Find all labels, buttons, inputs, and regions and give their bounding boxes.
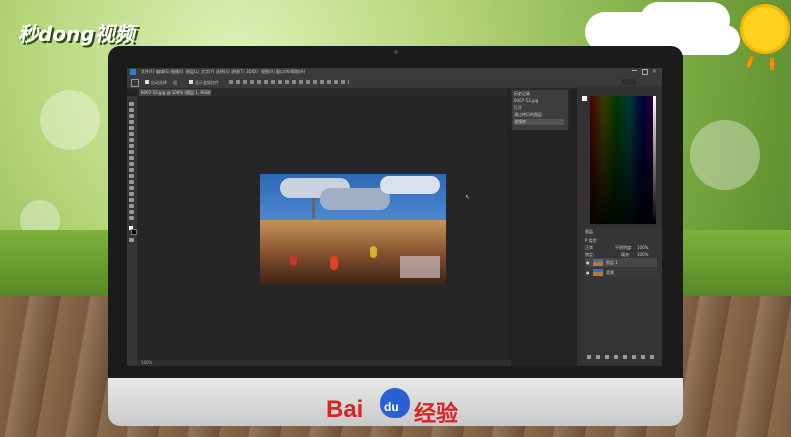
- layer-row[interactable]: ● 图层 1: [585, 258, 657, 267]
- history-snapshot[interactable]: 6067-53.jpg: [514, 98, 564, 104]
- eraser-tool-icon[interactable]: [129, 162, 134, 166]
- ps-logo-icon: [130, 69, 136, 75]
- image-cloud: [320, 188, 390, 210]
- eyedropper-tool-icon[interactable]: [129, 132, 134, 136]
- history-brush-tool-icon[interactable]: [129, 156, 134, 160]
- move-tool-icon[interactable]: [131, 79, 139, 87]
- healing-tool-icon[interactable]: [129, 138, 134, 142]
- dodge-tool-icon[interactable]: [129, 180, 134, 184]
- layer-thumbnail: [593, 269, 603, 276]
- image-windmill: [312, 198, 315, 218]
- minimize-icon[interactable]: [632, 70, 637, 71]
- photoshop-window: 文件(F) 编辑(E) 图像(I) 图层(L) 文字(Y) 选择(S) 滤镜(T…: [127, 68, 662, 366]
- fill-input[interactable]: 100%: [637, 252, 648, 257]
- menu-edit[interactable]: 编辑(E): [156, 69, 170, 75]
- tools-panel: [127, 96, 137, 366]
- type-tool-icon[interactable]: [129, 192, 134, 196]
- menu-type[interactable]: 文字(Y): [201, 69, 215, 75]
- color-picker-shade: [590, 96, 656, 224]
- move-tool-icon[interactable]: [129, 102, 134, 106]
- baidu-logo-du: du: [384, 400, 399, 414]
- blur-tool-icon[interactable]: [129, 174, 134, 178]
- menu-file[interactable]: 文件(F): [141, 69, 154, 75]
- image-tulip: [290, 254, 297, 266]
- workspace-switcher[interactable]: [622, 79, 636, 85]
- layer-name: 图层 1: [606, 260, 618, 265]
- menu-3d[interactable]: 3D(D): [246, 69, 258, 74]
- foreground-color-swatch[interactable]: [582, 96, 587, 101]
- bokeh-light: [690, 120, 760, 190]
- baidu-logo-bai: Bai: [326, 396, 364, 423]
- color-hue-slider[interactable]: [653, 96, 656, 224]
- quick-mask-icon[interactable]: [129, 238, 134, 242]
- image-cloud: [380, 176, 440, 194]
- layer-action-buttons[interactable]: [587, 355, 657, 359]
- auto-select-label: 自动选择: [151, 80, 167, 85]
- opacity-input[interactable]: 100%: [637, 245, 648, 250]
- pen-tool-icon[interactable]: [129, 186, 134, 190]
- menu-filter[interactable]: 滤镜(T): [231, 69, 245, 75]
- layer-name: 背景: [606, 270, 614, 275]
- align-buttons[interactable]: [229, 80, 349, 84]
- quick-select-tool-icon[interactable]: [129, 120, 134, 124]
- history-title: 历史记录: [514, 91, 530, 96]
- auto-select-checkbox[interactable]: [145, 80, 149, 84]
- menu-help[interactable]: 帮助(H): [291, 69, 305, 75]
- menu-view[interactable]: 视图(V): [261, 69, 275, 75]
- history-step-open[interactable]: 打开: [514, 105, 564, 111]
- history-step-filter-gallery[interactable]: 滤镜库: [514, 119, 564, 125]
- brush-tool-icon[interactable]: [129, 144, 134, 148]
- visibility-eye-icon[interactable]: ●: [586, 260, 590, 265]
- status-bar: 100%: [137, 360, 511, 366]
- sun-ray: [770, 58, 774, 70]
- maximize-icon[interactable]: [642, 69, 648, 75]
- menu-layer[interactable]: 图层(L): [186, 69, 199, 75]
- mouse-cursor-icon: ↖: [465, 194, 471, 201]
- document-tab[interactable]: 6067-53.jpg @ 100% (图层 1, RGB/8#) *: [139, 89, 211, 96]
- blend-mode-dropdown[interactable]: 正常: [585, 245, 593, 251]
- webcam-icon: [394, 50, 398, 54]
- gradient-tool-icon[interactable]: [129, 168, 134, 172]
- bokeh-light: [40, 90, 100, 150]
- stamp-tool-icon[interactable]: [129, 150, 134, 154]
- opacity-label: 不透明度:: [615, 245, 633, 250]
- image-blur-patch: [400, 256, 440, 278]
- menu-bar: 文件(F) 编辑(E) 图像(I) 图层(L) 文字(Y) 选择(S) 滤镜(T…: [127, 68, 662, 77]
- group-dropdown[interactable]: 组: [173, 80, 177, 86]
- layer-row[interactable]: ● 背景: [585, 268, 657, 277]
- layers-tab[interactable]: 图层: [585, 229, 593, 235]
- marquee-tool-icon[interactable]: [129, 108, 134, 112]
- show-transform-label: 显示变换控件: [195, 80, 219, 85]
- menu-image[interactable]: 图像(I): [171, 69, 183, 75]
- hand-tool-icon[interactable]: [129, 210, 134, 214]
- shape-tool-icon[interactable]: [129, 204, 134, 208]
- history-panel: 历史记录 6067-53.jpg 打开 通过拷贝的图层 滤镜库: [511, 89, 569, 131]
- video-logo: 秒dong视频: [18, 22, 135, 46]
- lasso-tool-icon[interactable]: [129, 114, 134, 118]
- crop-tool-icon[interactable]: [129, 126, 134, 130]
- menu-window[interactable]: 窗口(W): [276, 69, 291, 75]
- sun-icon: [740, 4, 790, 54]
- layer-thumbnail: [593, 259, 603, 266]
- layer-kind-filter[interactable]: P 类型: [585, 238, 597, 244]
- close-icon[interactable]: ×: [652, 68, 657, 75]
- visibility-eye-icon[interactable]: ●: [586, 270, 590, 275]
- history-step-copy-layer[interactable]: 通过拷贝的图层: [514, 112, 564, 118]
- menu-select[interactable]: 选择(S): [216, 69, 230, 75]
- zoom-tool-icon[interactable]: [129, 216, 134, 220]
- transform-checkbox[interactable]: [189, 80, 193, 84]
- image-tulip: [370, 246, 377, 258]
- path-select-tool-icon[interactable]: [129, 198, 134, 202]
- baidu-logo-jingyan: 经验: [414, 402, 459, 427]
- document-canvas-image[interactable]: [260, 174, 446, 284]
- image-tulip: [330, 256, 338, 270]
- zoom-level: 100%: [141, 360, 153, 365]
